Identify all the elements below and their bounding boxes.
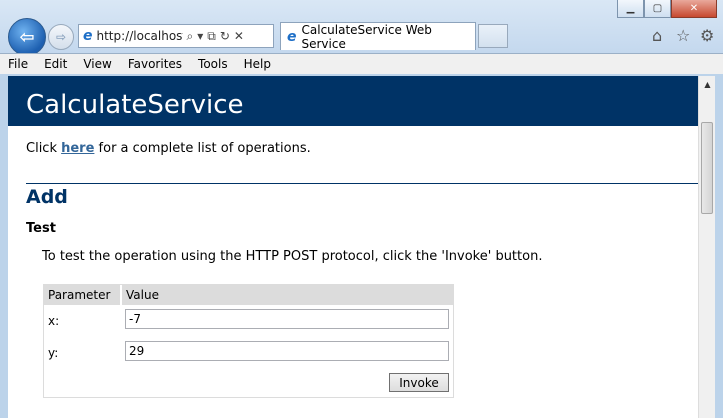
scrollbar-thumb[interactable] xyxy=(701,122,713,214)
stop-icon[interactable]: ✕ xyxy=(234,29,244,43)
menu-tools[interactable]: Tools xyxy=(190,57,236,71)
tab-title: CalculateService Web Service xyxy=(301,22,432,51)
intro-suffix: for a complete list of operations. xyxy=(94,141,311,156)
address-url: http://localhost: xyxy=(96,29,183,43)
gear-icon[interactable]: ⚙ xyxy=(700,26,714,45)
x-input[interactable] xyxy=(125,309,449,329)
back-arrow-icon[interactable]: ⇦ xyxy=(8,18,46,56)
close-window-icon[interactable]: ✕ xyxy=(671,0,717,18)
vertical-scrollbar[interactable]: ▲ xyxy=(698,76,716,418)
menu-file[interactable]: File xyxy=(0,57,36,71)
intro-text: Click here for a complete list of operat… xyxy=(26,141,311,156)
divider xyxy=(26,183,698,184)
param-label-y: y: xyxy=(48,346,59,360)
browser-chrome: ▁ ▢ ✕ ⇦ ⇨ e http://localhost: ⌕ ▾ ⧉ ↻ ✕ … xyxy=(0,0,723,56)
param-label-x: x: xyxy=(48,314,60,328)
menu-edit[interactable]: Edit xyxy=(36,57,75,71)
test-description: To test the operation using the HTTP POS… xyxy=(42,249,543,264)
menu-help[interactable]: Help xyxy=(236,57,279,71)
window-right-border xyxy=(715,76,723,418)
ie-logo-icon: e xyxy=(83,28,93,44)
column-header-value: Value xyxy=(126,288,159,302)
minimize-icon[interactable]: ▁ xyxy=(617,0,644,18)
tab-favicon-icon: e xyxy=(287,28,297,45)
menu-view[interactable]: View xyxy=(75,57,119,71)
test-heading: Test xyxy=(26,221,56,236)
scroll-up-arrow-icon[interactable]: ▲ xyxy=(699,76,716,93)
table-header: Parameter Value xyxy=(44,285,453,305)
column-header-parameter: Parameter xyxy=(48,288,111,302)
new-tab-button[interactable] xyxy=(478,24,508,48)
parameter-table: Parameter Value x: y: Invoke xyxy=(43,284,454,398)
dropdown-arrow-icon[interactable]: ▾ xyxy=(197,29,203,43)
operation-heading: Add xyxy=(26,186,68,208)
window-controls: ▁ ▢ ✕ xyxy=(617,0,717,18)
service-banner: CalculateService xyxy=(8,76,698,126)
page-content: CalculateService Click here for a comple… xyxy=(8,76,698,418)
search-icon[interactable]: ⌕ xyxy=(187,29,194,44)
window-left-border xyxy=(0,76,8,418)
header-separator xyxy=(120,285,122,305)
browser-tab[interactable]: e CalculateService Web Service xyxy=(280,22,476,51)
refresh-icon[interactable]: ↻ xyxy=(220,29,230,43)
operations-list-link[interactable]: here xyxy=(61,141,94,156)
maximize-icon[interactable]: ▢ xyxy=(644,0,671,18)
favorites-star-icon[interactable]: ☆ xyxy=(676,26,690,45)
forward-arrow-icon[interactable]: ⇨ xyxy=(48,24,74,50)
compatibility-view-icon[interactable]: ⧉ xyxy=(207,29,216,44)
menu-bar: File Edit View Favorites Tools Help xyxy=(0,53,723,74)
y-input[interactable] xyxy=(125,341,449,361)
invoke-button[interactable]: Invoke xyxy=(389,373,449,392)
address-bar[interactable]: e http://localhost: ⌕ ▾ ⧉ ↻ ✕ xyxy=(78,24,274,48)
menu-favorites[interactable]: Favorites xyxy=(120,57,190,71)
intro-prefix: Click xyxy=(26,141,62,156)
home-icon[interactable]: ⌂ xyxy=(652,26,662,45)
